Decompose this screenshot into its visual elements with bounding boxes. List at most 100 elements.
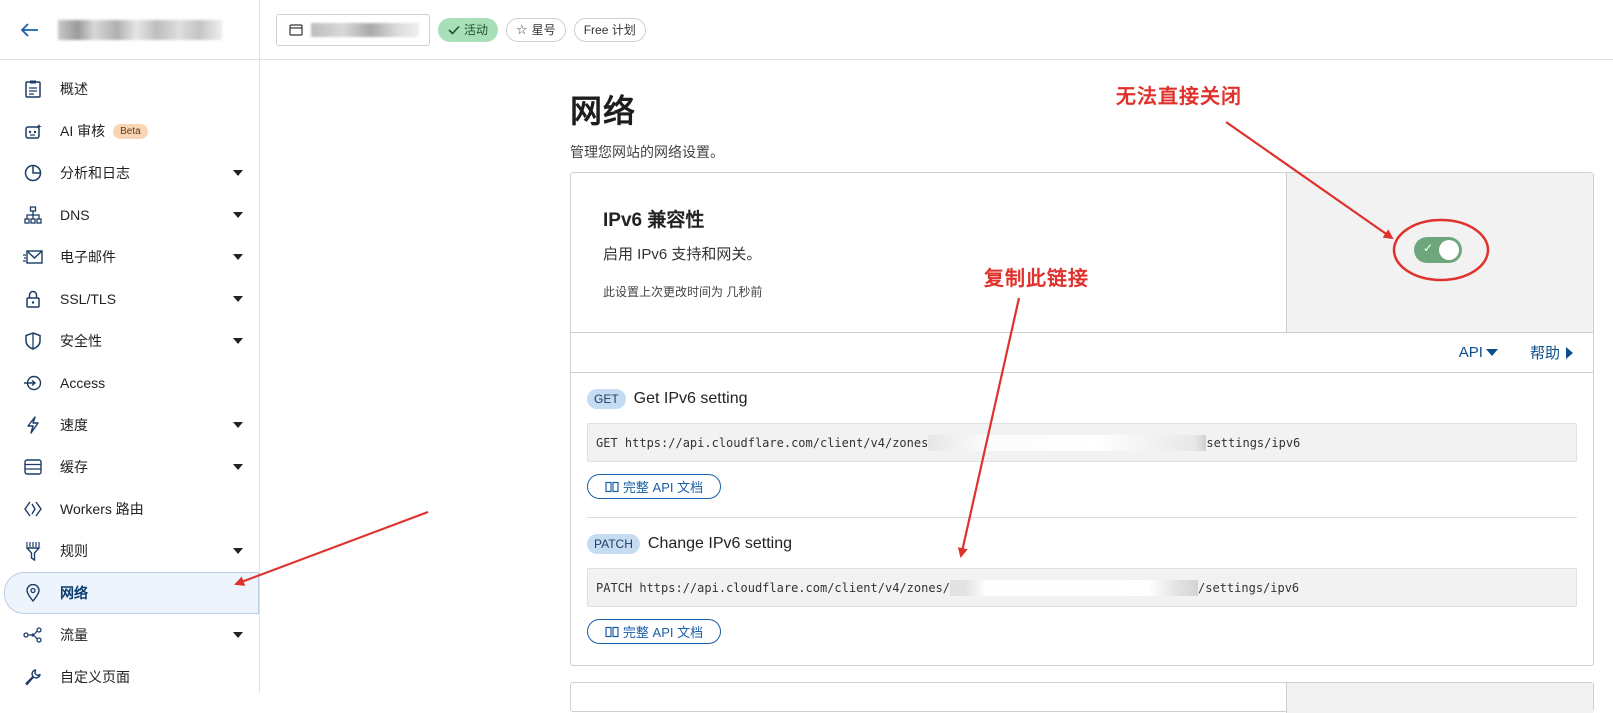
check-icon	[448, 25, 460, 35]
sidebar-item-speed[interactable]: 速度	[0, 404, 259, 446]
sidebar-item-rules[interactable]: 规则	[0, 530, 259, 572]
sitemap-icon	[22, 204, 44, 226]
zone-selector[interactable]	[276, 13, 430, 46]
workers-icon	[22, 498, 44, 520]
annotation-cannot-close: 无法直接关闭	[1116, 86, 1242, 108]
sidebar-item-label: Access	[60, 375, 106, 391]
sidebar-item-label: 速度	[60, 417, 88, 433]
api-url-prefix: GET https://api.cloudflare.com/client/v4…	[596, 435, 929, 450]
sidebar-item-email[interactable]: 电子邮件	[0, 236, 259, 278]
sidebar-item-security[interactable]: 安全性	[0, 320, 259, 362]
full-api-docs-button[interactable]: 完整 API 文档	[587, 619, 721, 644]
sidebar-item-custom-pages[interactable]: 自定义页面	[0, 656, 259, 698]
account-name-redacted	[58, 19, 222, 40]
mail-icon	[22, 246, 44, 268]
chevron-down-icon	[233, 464, 243, 470]
shield-icon	[22, 330, 44, 352]
bolt-icon	[22, 414, 44, 436]
robot-icon	[22, 120, 44, 142]
wrench-icon	[22, 666, 44, 688]
page-header: 网络 管理您网站的网络设置。	[570, 86, 724, 162]
page-title: 网络	[570, 93, 637, 129]
arrow-left-icon	[21, 22, 38, 37]
help-link[interactable]: 帮助	[1530, 342, 1573, 363]
zone-id-redacted	[928, 434, 1207, 451]
sidebar-item-label: 流量	[60, 627, 88, 643]
api-url-code[interactable]: GET https://api.cloudflare.com/client/v4…	[587, 423, 1577, 462]
sidebar-item-label: AI 审核	[60, 123, 106, 139]
annotation-copy-link: 复制此链接	[984, 268, 1089, 290]
funnel-icon	[22, 540, 44, 562]
setting-title: IPv6 兼容性	[603, 210, 705, 231]
chevron-down-icon	[233, 254, 243, 260]
api-url-prefix: PATCH https://api.cloudflare.com/client/…	[596, 580, 951, 595]
sidebar-item-ssl-tls[interactable]: SSL/TLS	[0, 278, 259, 320]
location-pin-icon	[22, 582, 44, 604]
back-button[interactable]	[18, 18, 42, 42]
ipv6-toggle-switch[interactable]: ✓	[1414, 237, 1462, 263]
sidebar-item-dns[interactable]: DNS	[0, 194, 259, 236]
api-endpoint-name: Change IPv6 setting	[647, 535, 792, 552]
beta-badge: Beta	[113, 123, 148, 139]
chevron-down-icon	[233, 170, 243, 176]
sidebar-header	[0, 0, 259, 60]
sidebar-item-analytics[interactable]: 分析和日志	[0, 152, 259, 194]
plan-badge[interactable]: Free 计划	[573, 17, 646, 42]
pie-chart-icon	[22, 162, 44, 184]
sidebar-item-network[interactable]: 网络	[4, 572, 259, 614]
docs-button-label: 完整 API 文档	[622, 625, 704, 640]
storage-icon	[22, 456, 44, 478]
chevron-down-icon	[233, 338, 243, 344]
clipboard-icon	[22, 78, 44, 100]
next-setting-card	[570, 682, 1594, 713]
chevron-down-icon	[233, 548, 243, 554]
api-url-code[interactable]: PATCH https://api.cloudflare.com/client/…	[587, 568, 1577, 607]
sidebar-item-label: 网络	[60, 585, 88, 601]
api-dropdown-link[interactable]: API	[1459, 344, 1498, 361]
chevron-down-icon	[233, 632, 243, 638]
zone-id-redacted	[950, 579, 1199, 596]
chevron-down-icon	[233, 296, 243, 302]
sidebar-item-label: 缓存	[60, 459, 88, 475]
page-subtitle: 管理您网站的网络设置。	[570, 144, 724, 160]
star-icon: ☆	[516, 21, 528, 37]
sidebar-item-ai-audit[interactable]: AI 审核 Beta	[0, 110, 259, 152]
access-icon	[22, 372, 44, 394]
sidebar-item-label: 规则	[60, 543, 88, 559]
sidebar-item-label: SSL/TLS	[60, 291, 117, 307]
annotation-arrow	[234, 510, 429, 586]
browser-window-icon	[289, 23, 303, 36]
sidebar-item-cache[interactable]: 缓存	[0, 446, 259, 488]
api-endpoint-header: GET Get IPv6 setting	[587, 387, 1577, 411]
setting-control: ✓	[1286, 173, 1593, 332]
setting-description: IPv6 兼容性 启用 IPv6 支持和网关。 此设置上次更改时间为 几秒前	[571, 173, 1286, 332]
sidebar-item-label: 电子邮件	[60, 249, 116, 265]
sidebar-item-label: Workers 路由	[60, 501, 144, 517]
share-icon	[22, 624, 44, 646]
chevron-down-icon	[233, 422, 243, 428]
ipv6-setting-card: IPv6 兼容性 启用 IPv6 支持和网关。 此设置上次更改时间为 几秒前 ✓…	[570, 172, 1594, 666]
card-footer-links: API 帮助	[571, 333, 1593, 373]
star-label: 星号	[531, 23, 556, 37]
caret-down-icon	[1485, 349, 1498, 356]
full-api-docs-button[interactable]: 完整 API 文档	[587, 474, 721, 499]
check-icon: ✓	[1423, 241, 1434, 255]
setting-row: IPv6 兼容性 启用 IPv6 支持和网关。 此设置上次更改时间为 几秒前 ✓	[571, 173, 1593, 333]
book-icon	[605, 481, 619, 492]
sidebar-item-traffic[interactable]: 流量	[0, 614, 259, 656]
sidebar-item-access[interactable]: Access	[0, 362, 259, 404]
setting-updated-time: 此设置上次更改时间为 几秒前	[603, 285, 763, 299]
sidebar-nav: 概述 AI 审核 Beta 分析和日志 DNS 电子邮件 SSL/TLS 安全性…	[0, 60, 259, 698]
api-endpoint-patch: PATCH Change IPv6 setting PATCH https://…	[571, 518, 1593, 644]
setting-control	[1286, 683, 1593, 713]
api-url-suffix: /settings/ipv6	[1198, 580, 1300, 595]
sidebar-item-label: 安全性	[60, 333, 102, 349]
chevron-down-icon	[233, 212, 243, 218]
star-button[interactable]: ☆ 星号	[506, 17, 566, 42]
api-url-suffix: settings/ipv6	[1206, 435, 1301, 450]
status-label: 活动	[464, 23, 489, 37]
toggle-knob	[1439, 240, 1459, 260]
sidebar-item-workers-routes[interactable]: Workers 路由	[0, 488, 259, 530]
api-endpoint-get: GET Get IPv6 setting GET https://api.clo…	[571, 373, 1593, 499]
sidebar-item-overview[interactable]: 概述	[0, 68, 259, 110]
